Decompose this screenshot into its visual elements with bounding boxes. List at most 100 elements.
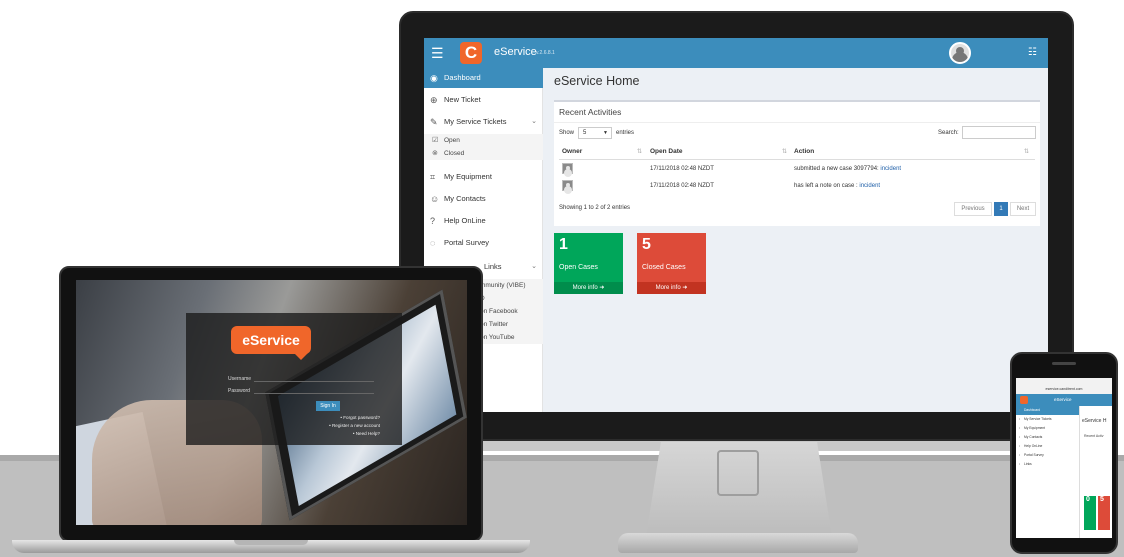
column-header-open-date[interactable]: Open Date	[650, 148, 683, 155]
login-panel: eService Username Password Sign In • For…	[186, 313, 402, 445]
sort-icon[interactable]: ⇅	[637, 148, 642, 155]
closed-cases-count: 5	[642, 236, 651, 253]
sidebar-item-label: My Service Tickets	[444, 117, 507, 126]
sort-icon[interactable]: ⇅	[782, 148, 787, 155]
laptop-notch	[234, 540, 308, 545]
password-field[interactable]	[254, 393, 374, 394]
username-field[interactable]	[254, 381, 374, 382]
open-icon: ☑	[432, 137, 439, 144]
app-version: v.2.6.8.1	[536, 50, 555, 56]
phone-sidebar-item[interactable]: My Contacts	[1016, 433, 1079, 442]
phone-sidebar: Dashboard My Service Tickets My Equipmen…	[1016, 406, 1080, 538]
sidebar-item-my-service-tickets[interactable]: ✎ My Service Tickets ⌄	[424, 112, 543, 132]
caret-down-icon: ▼	[603, 130, 608, 136]
sidebar-item-label: Links	[484, 262, 502, 271]
phone-sidebar-item[interactable]: My Equipment	[1016, 424, 1079, 433]
open-cases-tile[interactable]: 1 Open Cases More info ➜	[554, 233, 623, 294]
sidebar-item-help-online[interactable]: ? Help OnLine	[424, 211, 543, 231]
phone-sidebar-item[interactable]: Portal Survey	[1016, 451, 1079, 460]
sort-icon[interactable]: ⇅	[1024, 148, 1029, 155]
recent-activities-box: Recent Activities Show 5 ▼ entries Searc…	[554, 100, 1040, 226]
open-cases-count: 1	[559, 236, 568, 253]
sidebar-subitem-open[interactable]: ☑ Open	[424, 134, 543, 147]
closed-icon: ⊗	[432, 150, 438, 157]
sidebar-item-new-ticket[interactable]: ⊕ New Ticket	[424, 90, 543, 110]
chevron-down-icon: ⌄	[531, 263, 537, 270]
sidebar-item-dashboard[interactable]: ◉ Dashboard	[424, 68, 543, 88]
row-action-text: has left a note on case :	[794, 183, 860, 189]
search-label: Search:	[938, 130, 959, 136]
sidebar-item-label: Dashboard	[444, 73, 481, 82]
phone-open-cases-tile[interactable]: 0	[1084, 496, 1096, 530]
closed-cases-label: Closed Cases	[642, 264, 686, 271]
sidebar-subitem-closed[interactable]: ⊗ Closed	[424, 147, 543, 160]
app-logo[interactable]: C	[460, 42, 482, 64]
register-link[interactable]: • Register a new account	[329, 423, 380, 428]
phone-screen: eservice.canditrent.com eService Dashboa…	[1016, 378, 1112, 538]
phone-speaker	[1052, 362, 1076, 365]
phone-navbar: eService	[1016, 394, 1112, 406]
row-open-date: 17/11/2018 02:48 NZDT	[650, 166, 714, 172]
phone-app-logo[interactable]	[1020, 396, 1028, 404]
sidebar-item-my-contacts[interactable]: ☺ My Contacts	[424, 189, 543, 209]
password-label: Password	[228, 388, 250, 394]
entries-select[interactable]: 5 ▼	[578, 127, 612, 139]
entries-select-value: 5	[583, 130, 587, 136]
device-mockup-stage: ☰ C eService v.2.6.8.1 ☷ ◉ Dashboard ⊕ N…	[0, 0, 1124, 557]
phone-status-bar	[1016, 378, 1112, 385]
column-header-action[interactable]: Action	[794, 148, 814, 155]
open-cases-more-info[interactable]: More info ➜	[554, 282, 623, 294]
owner-avatar	[562, 163, 573, 174]
closed-cases-tile[interactable]: 5 Closed Cases More info ➜	[637, 233, 706, 294]
search-input[interactable]	[962, 126, 1036, 139]
row-open-date: 17/11/2018 02:48 NZDT	[650, 183, 714, 189]
sidebar-item-label: My Contacts	[444, 194, 486, 203]
row-action: submitted a new case 3097794: incident	[794, 166, 901, 172]
sign-in-button[interactable]: Sign In	[316, 401, 340, 411]
tag-icon: ⌗	[430, 172, 436, 182]
row-action-text: submitted a new case 3097794:	[794, 166, 881, 172]
question-icon: ?	[430, 216, 436, 226]
divider	[554, 122, 1040, 123]
sidebar-item-portal-survey[interactable]: ◌ Portal Survey	[424, 233, 543, 253]
incident-link[interactable]: incident	[880, 166, 901, 172]
sidebar-item-label: Portal Survey	[444, 238, 490, 247]
sidebar-item-label: New Ticket	[444, 95, 481, 104]
incident-link[interactable]: incident	[859, 183, 880, 189]
pencil-icon: ✎	[430, 117, 438, 127]
closed-cases-more-info[interactable]: More info ➜	[637, 282, 706, 294]
column-header-owner[interactable]: Owner	[562, 148, 582, 155]
pager-next[interactable]: Next	[1010, 202, 1036, 216]
sidebar-item-my-equipment[interactable]: ⌗ My Equipment	[424, 167, 543, 187]
phone-sidebar-item[interactable]: Links	[1016, 460, 1079, 469]
eservice-logo: eService	[231, 326, 311, 360]
phone-box-title: Recent Activ	[1084, 434, 1104, 438]
settings-sliders-icon[interactable]: ☷	[1028, 47, 1037, 58]
phone-url-bar[interactable]: eservice.canditrent.com	[1016, 385, 1112, 394]
forgot-password-link[interactable]: • Forgot password?	[340, 415, 380, 420]
entries-label: entries	[616, 130, 635, 136]
phone-app-name: eService	[1054, 397, 1072, 402]
user-avatar[interactable]	[949, 42, 971, 64]
phone-closed-cases-tile[interactable]: 5	[1098, 496, 1110, 530]
app-name: eService	[494, 46, 537, 58]
pager-previous[interactable]: Previous	[954, 202, 992, 216]
pager-page-1[interactable]: 1	[994, 202, 1008, 216]
box-title: Recent Activities	[559, 107, 622, 117]
need-help-link[interactable]: • Need Help?	[353, 431, 380, 436]
comment-icon: ◌	[430, 238, 436, 248]
phone-sidebar-item[interactable]: Dashboard	[1016, 406, 1079, 415]
plus-circle-icon: ⊕	[430, 95, 438, 105]
owner-avatar	[562, 180, 573, 191]
monitor-screen: ☰ C eService v.2.6.8.1 ☷ ◉ Dashboard ⊕ N…	[424, 38, 1048, 412]
monitor-stand-slot	[717, 450, 759, 496]
show-label: Show	[559, 130, 575, 136]
users-icon: ☺	[430, 194, 440, 204]
top-navbar: ☰ C eService v.2.6.8.1 ☷	[424, 38, 1048, 68]
row-action: has left a note on case : incident	[794, 183, 880, 189]
page-title: eService Home	[554, 74, 640, 88]
phone-sidebar-item[interactable]: My Service Tickets	[1016, 415, 1079, 424]
sidebar-subitem-label: Open	[444, 137, 460, 144]
phone-sidebar-item[interactable]: Help OnLine	[1016, 442, 1079, 451]
hamburger-menu-icon[interactable]: ☰	[431, 45, 444, 61]
